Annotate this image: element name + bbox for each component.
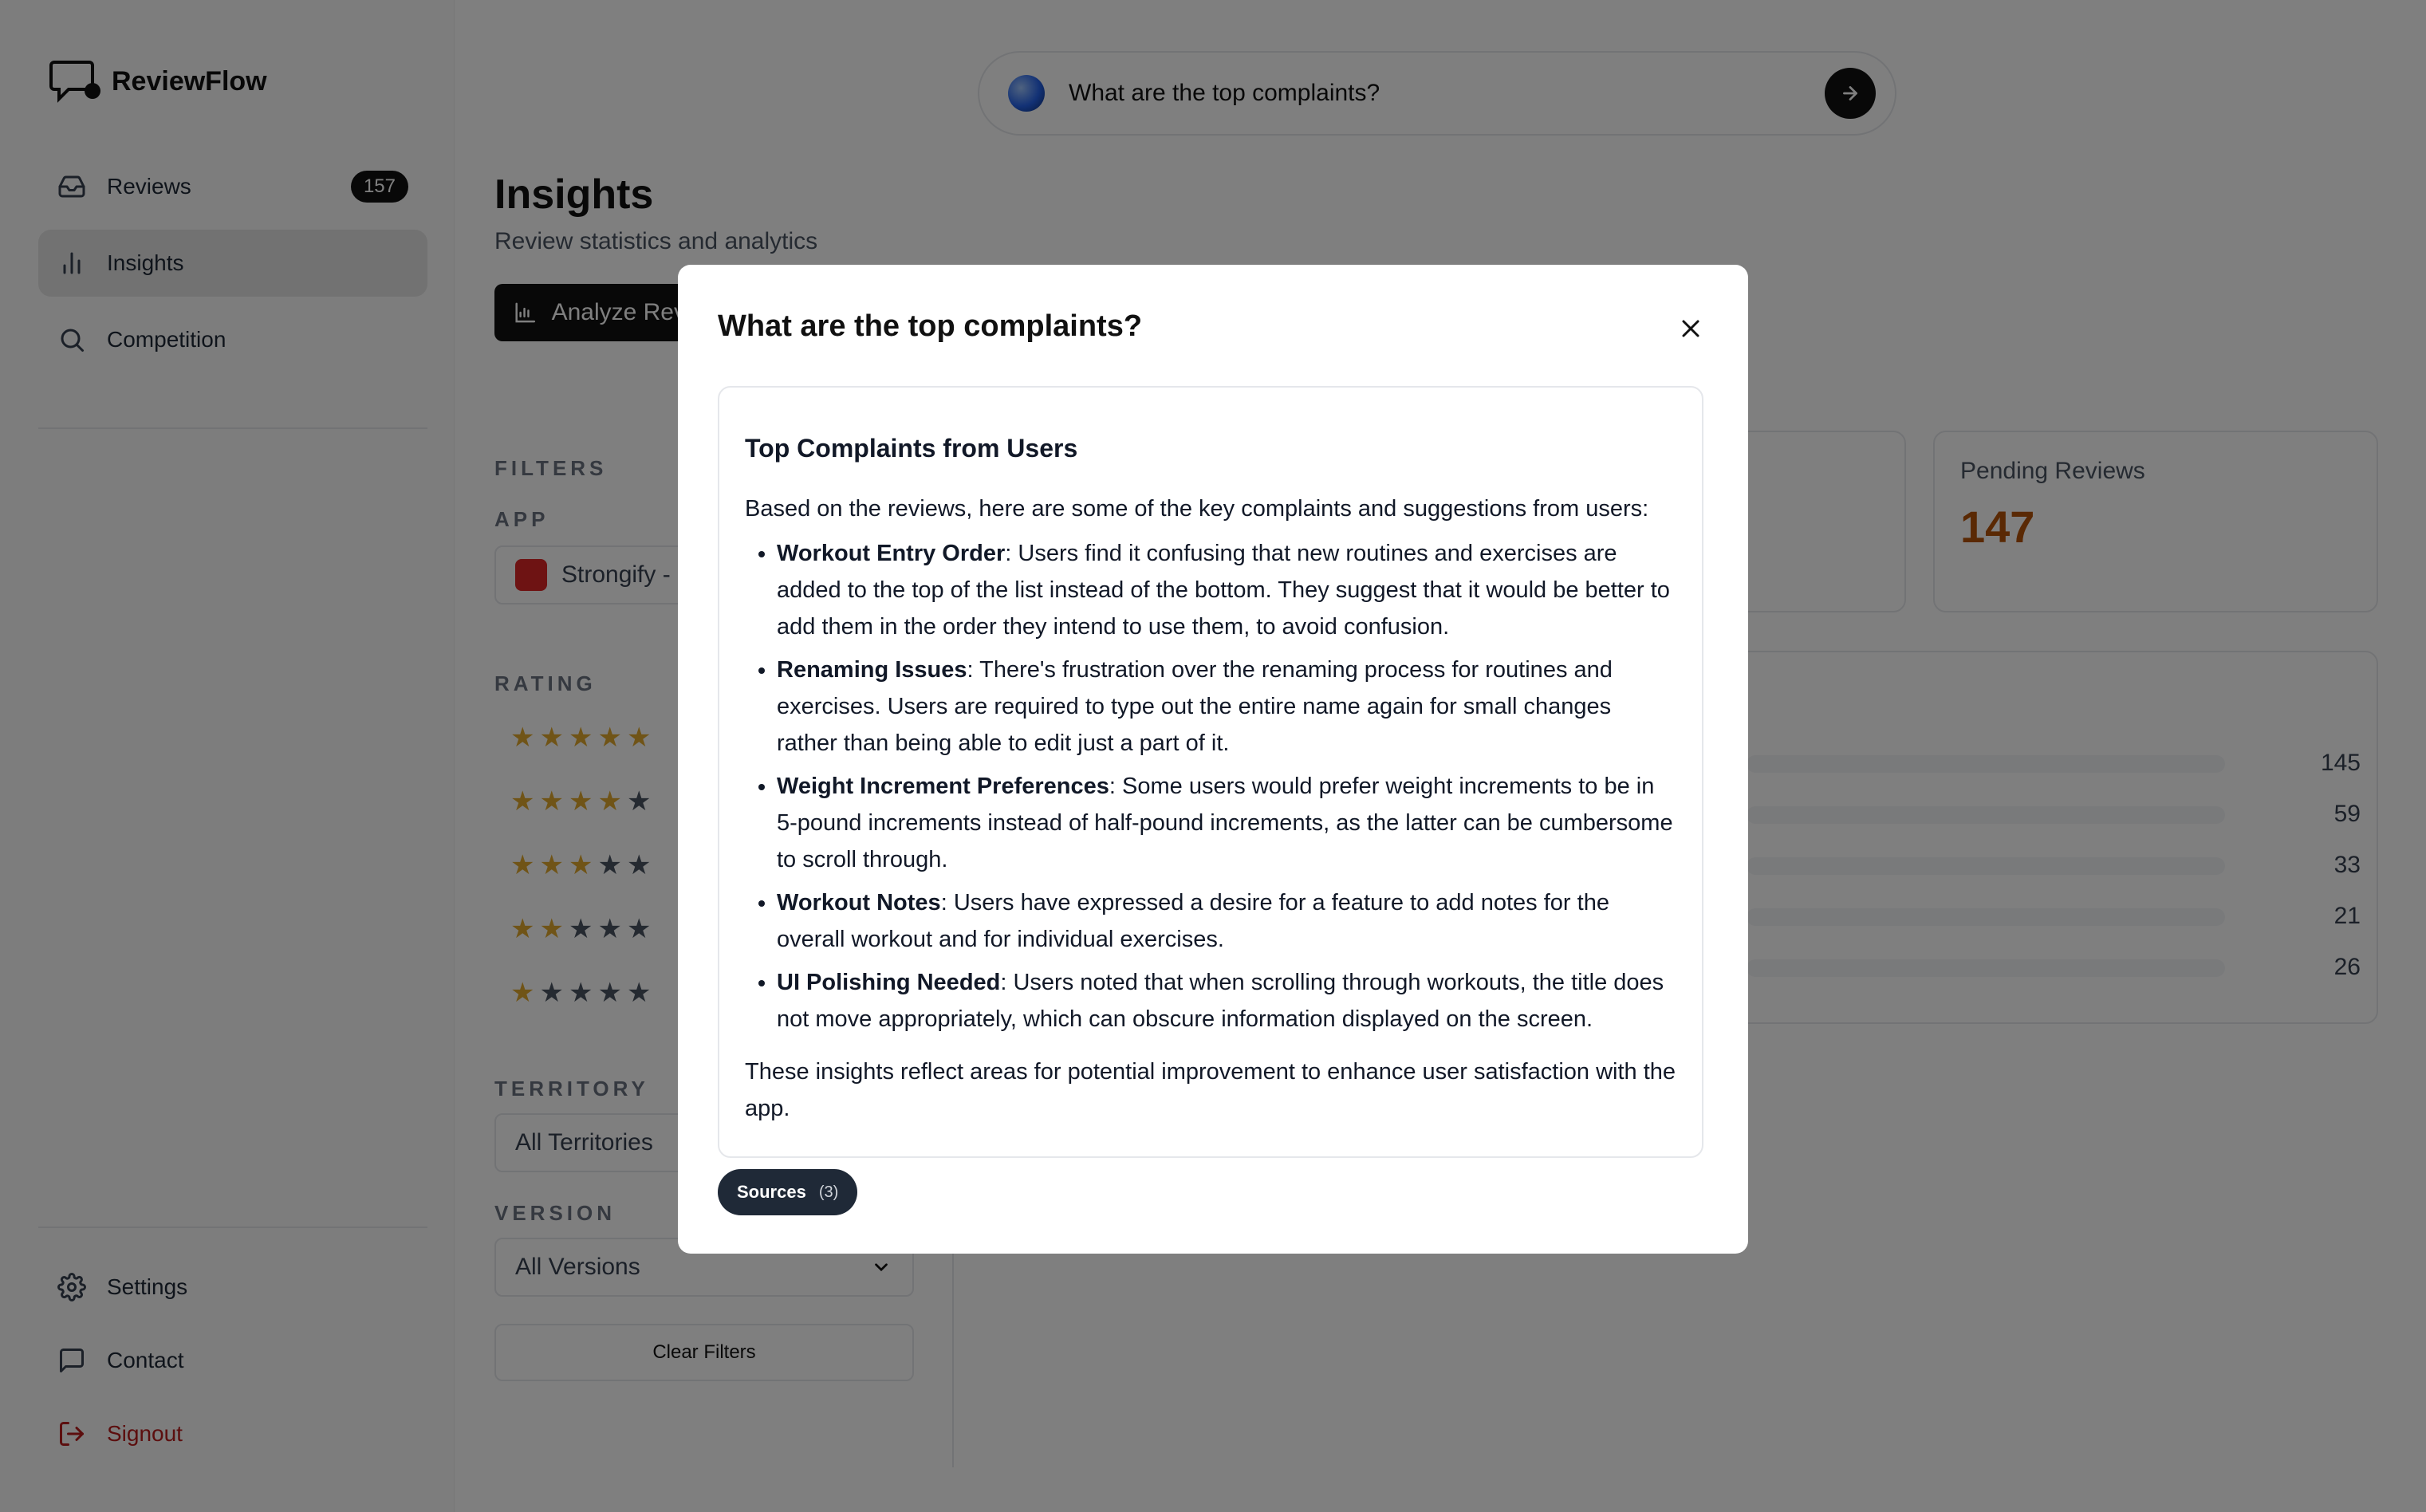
complaint-item: UI Polishing Needed: Users noted that wh… xyxy=(777,964,1676,1038)
complaint-item: Renaming Issues: There's frustration ove… xyxy=(777,652,1676,762)
complaint-item: Workout Entry Order: Users find it confu… xyxy=(777,535,1676,645)
sources-count: (3) xyxy=(818,1183,839,1201)
answer-intro: Based on the reviews, here are some of t… xyxy=(745,496,1649,522)
answer-content: Top Complaints from Users Based on the r… xyxy=(718,386,1703,1158)
answer-heading: Top Complaints from Users xyxy=(745,434,1078,463)
answer-conclusion: These insights reflect areas for potenti… xyxy=(745,1059,1676,1121)
dialog-title: What are the top complaints? xyxy=(718,309,1143,343)
close-icon[interactable] xyxy=(1676,314,1705,343)
complaint-list: Workout Entry Order: Users find it confu… xyxy=(777,535,1676,1038)
sources-label: Sources xyxy=(737,1182,806,1202)
complaint-item: Weight Increment Preferences: Some users… xyxy=(777,768,1676,878)
complaint-title: Weight Increment Preferences xyxy=(777,774,1109,799)
complaint-item: Workout Notes: Users have expressed a de… xyxy=(777,884,1676,958)
complaint-title: Workout Entry Order xyxy=(777,541,1006,566)
answer-dialog: What are the top complaints? Top Complai… xyxy=(678,265,1748,1254)
complaint-title: Renaming Issues xyxy=(777,657,967,683)
complaint-title: UI Polishing Needed xyxy=(777,970,1001,995)
sources-button[interactable]: Sources (3) xyxy=(718,1169,858,1215)
complaint-title: Workout Notes xyxy=(777,890,941,915)
